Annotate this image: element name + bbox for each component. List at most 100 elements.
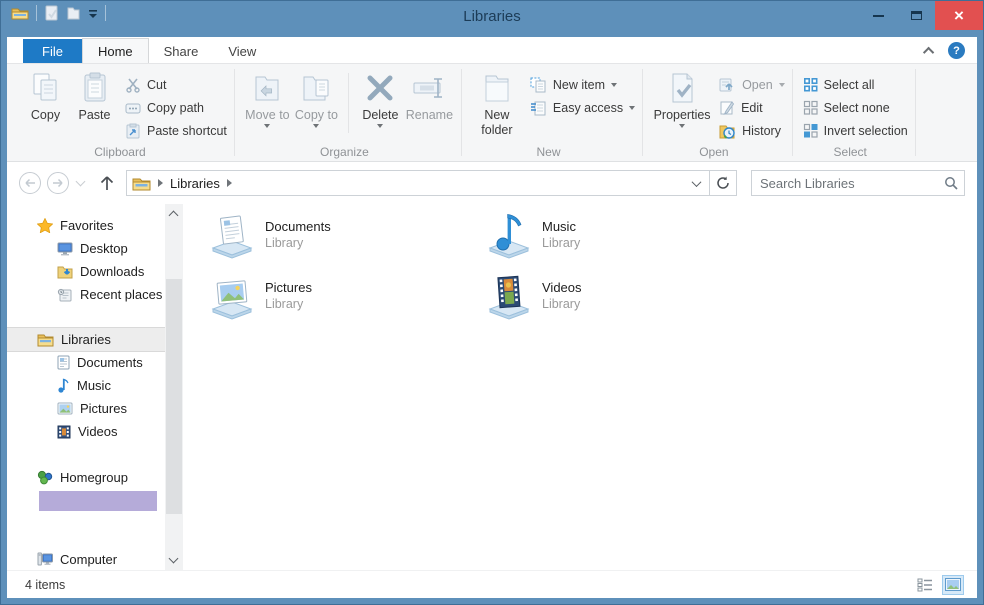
sidebar-item-downloads[interactable]: Downloads	[7, 260, 165, 283]
sidebar-item-videos[interactable]: Videos	[7, 420, 165, 443]
ribbon-group-organize: Move to Copy to Delete	[235, 64, 462, 161]
group-label-clipboard: Clipboard	[13, 145, 227, 159]
thumbnail-view-button[interactable]	[943, 576, 963, 594]
sidebar-item-desktop[interactable]: Desktop	[7, 237, 165, 260]
recent-locations-chevron-icon[interactable]	[76, 177, 86, 187]
scroll-down-icon[interactable]	[169, 554, 179, 564]
invert-selection-button[interactable]: Invert selection	[803, 122, 908, 139]
sidebar-item-recent-places[interactable]: Recent places	[7, 283, 165, 306]
ribbon-group-new: New folder New item Easy acces	[462, 64, 643, 161]
address-bar: Libraries	[7, 162, 977, 204]
close-button[interactable]: ×	[935, 1, 983, 30]
select-all-button[interactable]: Select all	[803, 76, 908, 93]
sidebar-item-libraries[interactable]: Libraries	[7, 328, 165, 351]
tile-documents[interactable]: Documents Library	[209, 212, 474, 260]
scroll-up-icon[interactable]	[169, 211, 179, 221]
sidebar-item-computer[interactable]: Computer	[7, 548, 165, 570]
new-item-icon	[530, 77, 547, 93]
minimize-button[interactable]	[859, 1, 897, 30]
address-dropdown-button[interactable]	[683, 171, 709, 195]
breadcrumb-libraries[interactable]: Libraries	[170, 176, 220, 191]
tile-name: Music	[542, 219, 580, 234]
ribbon: Copy Paste Cut	[7, 63, 977, 162]
copy-button[interactable]: Copy	[21, 69, 70, 123]
sidebar-item-pictures[interactable]: Pictures	[7, 397, 165, 420]
search-box[interactable]	[751, 170, 965, 196]
history-icon	[719, 123, 736, 139]
explorer-window: Libraries × File Home Share View ?	[0, 0, 984, 605]
breadcrumb-bar[interactable]: Libraries	[126, 170, 737, 196]
delete-button[interactable]: Delete	[356, 69, 405, 128]
cut-button[interactable]: Cut	[125, 76, 227, 93]
breadcrumb-arrow-icon[interactable]	[227, 179, 232, 187]
breadcrumb-arrow-icon[interactable]	[158, 179, 163, 187]
new-item-button[interactable]: New item	[530, 76, 635, 93]
back-button[interactable]	[19, 172, 41, 194]
pictures-library-icon	[209, 273, 255, 321]
copy-to-button[interactable]: Copy to	[292, 69, 341, 128]
redacted-username-bar	[39, 491, 157, 511]
sidebar-item-documents[interactable]: Documents	[7, 351, 165, 374]
cut-icon	[125, 77, 141, 93]
scrollbar-thumb[interactable]	[166, 279, 182, 514]
forward-button[interactable]	[47, 172, 69, 194]
paste-shortcut-icon	[125, 123, 141, 139]
homegroup-icon	[37, 470, 53, 485]
details-view-button[interactable]	[915, 576, 935, 594]
paste-shortcut-button[interactable]: Paste shortcut	[125, 122, 227, 139]
sidebar-item-favorites[interactable]: Favorites	[7, 214, 165, 237]
documents-library-icon	[209, 212, 255, 260]
select-none-button[interactable]: Select none	[803, 99, 908, 116]
status-bar: 4 items	[7, 570, 977, 598]
delete-icon	[365, 70, 395, 106]
tile-music[interactable]: Music Library	[486, 212, 751, 260]
tile-videos[interactable]: Videos Library	[486, 273, 751, 321]
forward-arrow-icon	[52, 178, 64, 188]
videos-library-icon	[486, 273, 532, 321]
open-button[interactable]: Open	[719, 76, 785, 93]
rename-button[interactable]: Rename	[405, 69, 454, 123]
easy-access-icon	[530, 100, 547, 116]
minimize-ribbon-icon[interactable]	[923, 46, 934, 57]
pictures-icon	[57, 402, 73, 415]
new-folder-icon	[482, 70, 512, 106]
tile-pictures[interactable]: Pictures Library	[209, 273, 474, 321]
libraries-icon	[37, 333, 54, 347]
sidebar-item-music[interactable]: Music	[7, 374, 165, 397]
navigation-pane: Favorites Desktop Downloads Recent place…	[7, 204, 165, 570]
paste-button[interactable]: Paste	[70, 69, 119, 123]
chevron-down-icon	[691, 177, 701, 187]
window-title: Libraries	[1, 8, 983, 25]
refresh-button[interactable]	[710, 171, 736, 195]
file-list: Documents Library Music Library	[183, 204, 977, 570]
ribbon-group-clipboard: Copy Paste Cut	[13, 64, 235, 161]
search-icon[interactable]	[944, 176, 958, 190]
move-to-button[interactable]: Move to	[243, 69, 292, 128]
tab-share[interactable]: Share	[149, 39, 214, 63]
sidebar-scrollbar[interactable]	[165, 204, 183, 570]
edit-button[interactable]: Edit	[719, 99, 785, 116]
tab-file[interactable]: File	[23, 39, 82, 63]
paste-icon	[82, 70, 108, 106]
rename-icon	[412, 70, 446, 106]
dropdown-caret	[629, 106, 635, 110]
dropdown-caret	[313, 124, 319, 128]
tile-type: Library	[265, 297, 312, 311]
tab-home[interactable]: Home	[82, 38, 149, 63]
search-input[interactable]	[760, 176, 944, 191]
tab-view[interactable]: View	[213, 39, 271, 63]
copy-path-button[interactable]: Copy path	[125, 99, 227, 116]
up-button[interactable]	[100, 175, 114, 191]
help-icon[interactable]: ?	[948, 42, 965, 59]
details-view-icon	[917, 578, 933, 592]
recent-places-icon	[57, 288, 73, 302]
easy-access-button[interactable]: Easy access	[530, 99, 635, 116]
edit-icon	[719, 100, 735, 116]
maximize-button[interactable]	[897, 1, 935, 30]
properties-icon	[668, 70, 696, 106]
history-button[interactable]: History	[719, 122, 785, 139]
properties-button[interactable]: Properties	[651, 69, 713, 128]
new-folder-button[interactable]: New folder	[470, 69, 524, 138]
minimize-icon	[873, 15, 884, 17]
sidebar-item-homegroup[interactable]: Homegroup	[7, 466, 165, 489]
